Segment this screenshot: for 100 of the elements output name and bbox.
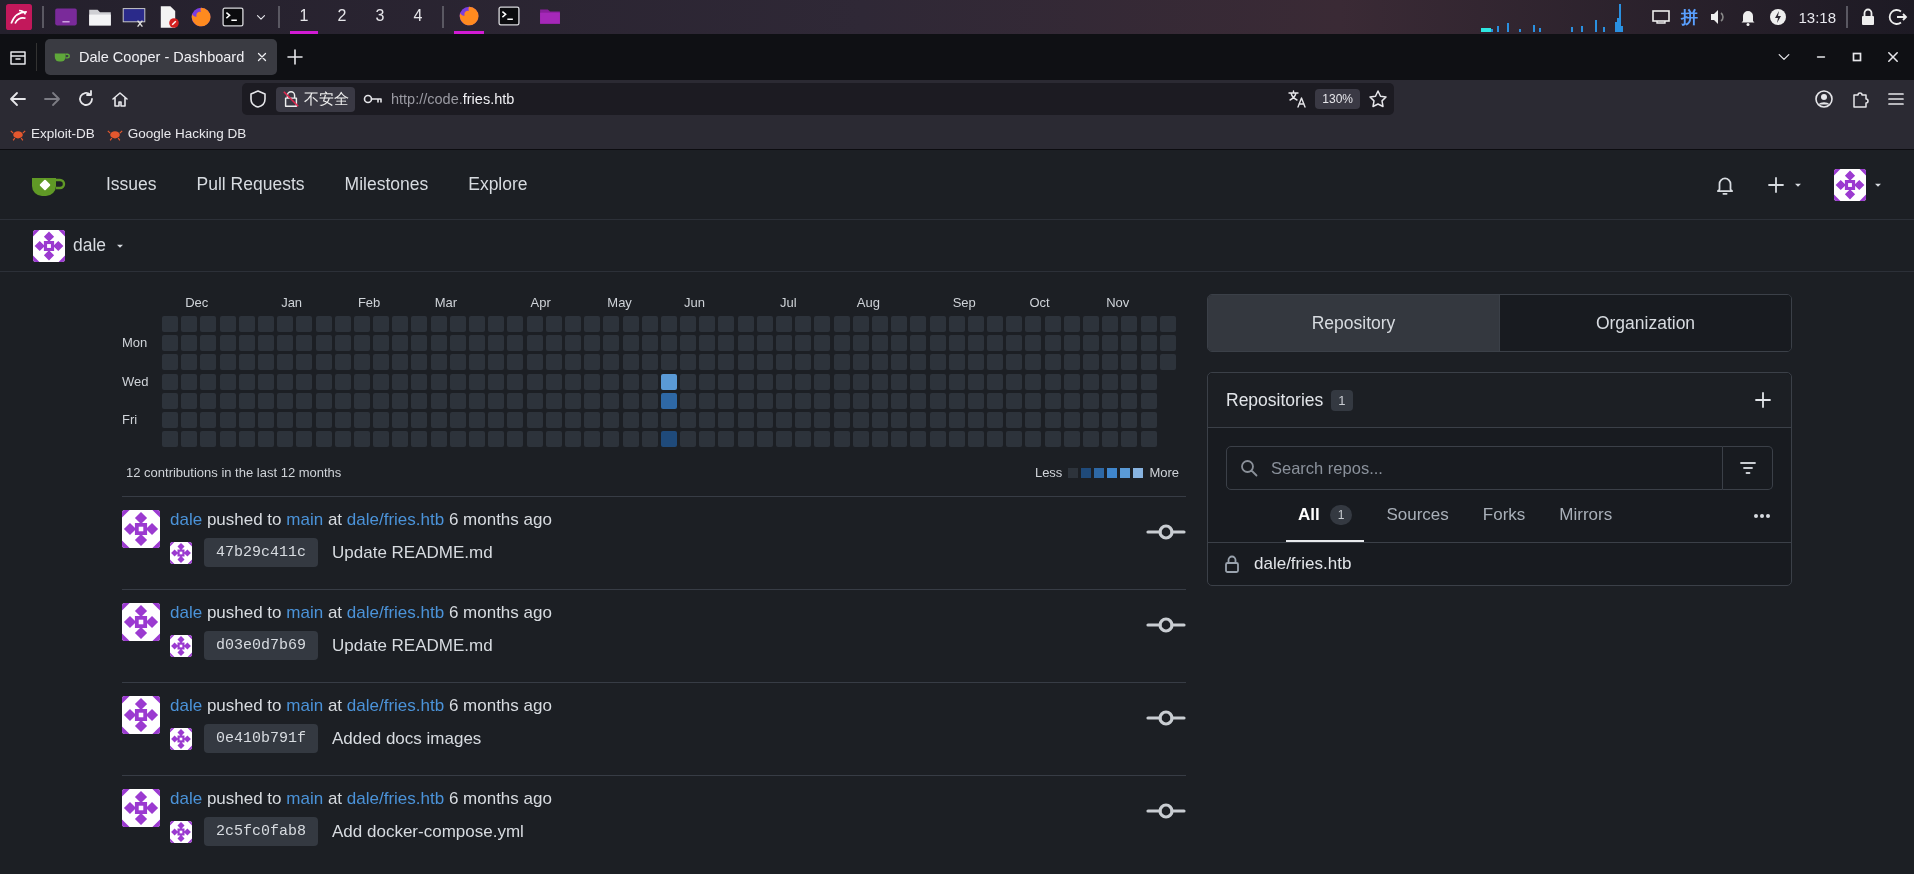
browser-tab[interactable]: Dale Cooper - Dashboard: [45, 39, 277, 75]
dragon-logo-icon[interactable]: [6, 4, 32, 30]
star-icon[interactable]: [1368, 89, 1388, 109]
workspace-button[interactable]: 4: [404, 0, 432, 34]
month-label: Jan: [280, 294, 303, 311]
day-label: Wed: [122, 373, 150, 390]
month-label: Jun: [683, 294, 706, 311]
account-icon[interactable]: [1814, 89, 1834, 109]
reload-icon[interactable]: [76, 89, 96, 109]
avatar: [122, 696, 160, 735]
nav-link[interactable]: Issues: [86, 174, 177, 195]
avatar: [1834, 168, 1866, 201]
month-label: Jul: [779, 294, 797, 311]
firefox-icon[interactable]: [458, 4, 480, 27]
month-label: Aug: [855, 294, 880, 311]
close-icon[interactable]: [1886, 50, 1900, 64]
activity-text: dale pushed to main at dale/fries.htb 6 months ago: [170, 510, 553, 531]
terminal-icon[interactable]: [498, 4, 520, 27]
user-link[interactable]: dale: [170, 603, 203, 623]
panel-title: Repositories: [1226, 389, 1324, 411]
repo-link[interactable]: dale/fries.htb: [346, 510, 445, 530]
commit-message: Added docs images: [332, 728, 482, 749]
repo-link[interactable]: dale/fries.htb: [346, 603, 445, 623]
count-badge: 1: [1329, 505, 1353, 525]
branch-link[interactable]: main: [286, 789, 324, 809]
commit-message: Update README.md: [332, 635, 493, 656]
home-icon[interactable]: [110, 89, 130, 109]
month-label: Apr: [529, 294, 551, 311]
month-label: Sep: [951, 294, 976, 311]
shield-icon[interactable]: [248, 89, 268, 109]
month-label: Mar: [433, 294, 457, 311]
dashboard-tab[interactable]: Organization: [1499, 295, 1791, 351]
commit-message: Add docker-compose.yml: [332, 821, 524, 842]
day-label: Mon: [122, 335, 149, 352]
url-text: http://code.fries.htb: [391, 91, 515, 107]
repo-link[interactable]: dale/fries.htb: [346, 696, 445, 716]
avatar: [170, 820, 192, 843]
user-link[interactable]: dale: [170, 789, 203, 809]
user-link[interactable]: dale: [170, 696, 203, 716]
repo-link[interactable]: dale/fries.htb: [346, 789, 445, 809]
count-badge: 1: [1331, 389, 1353, 411]
filter-tab[interactable]: Mirrors: [1547, 490, 1625, 542]
bookmark[interactable]: Google Hacking DB: [106, 125, 247, 142]
input-method-indicator[interactable]: 拼: [1681, 5, 1699, 29]
terminal-icon[interactable]: [222, 6, 244, 28]
avatar: [122, 789, 160, 828]
plus-icon[interactable]: [1753, 390, 1773, 410]
avatar: [170, 541, 192, 564]
maximize-icon[interactable]: [1850, 50, 1864, 64]
address-bar[interactable]: 不安全 http://code.fries.htb 130%: [242, 83, 1394, 115]
branch-link[interactable]: main: [286, 603, 324, 623]
monitor-icon[interactable]: [122, 5, 146, 29]
firefox-icon[interactable]: [190, 6, 212, 28]
plus-icon[interactable]: [285, 47, 305, 67]
activity-text: dale pushed to main at dale/fries.htb 6 months ago: [170, 603, 553, 624]
nav-link[interactable]: Pull Requests: [176, 174, 325, 195]
zoom-level[interactable]: 130%: [1315, 89, 1360, 109]
month-label: Oct: [1028, 294, 1050, 311]
commit-sha[interactable]: d03e0d7b69: [204, 631, 318, 661]
branch-link[interactable]: main: [286, 510, 324, 530]
lightning-icon[interactable]: [1768, 7, 1789, 27]
filter-tab[interactable]: Sources: [1374, 490, 1461, 542]
filter-tab[interactable]: Forks: [1470, 490, 1538, 542]
activity-text: dale pushed to main at dale/fries.htb 6 months ago: [170, 696, 553, 717]
legend-label: More: [1149, 465, 1179, 481]
month-label: Nov: [1105, 294, 1130, 311]
commit-sha[interactable]: 47b29c411c: [204, 538, 318, 568]
month-label: May: [606, 294, 632, 311]
security-indicator[interactable]: 不安全: [276, 86, 355, 112]
translate-icon[interactable]: [1287, 89, 1308, 109]
workspace-button[interactable]: 2: [328, 0, 356, 34]
plus-icon[interactable]: [1766, 174, 1786, 195]
search-field[interactable]: Search repos...: [1226, 446, 1723, 490]
context-user-switcher[interactable]: dale: [33, 229, 127, 262]
lock-slash-icon: [282, 90, 300, 108]
workspace-button[interactable]: 3: [366, 0, 394, 34]
nav-link[interactable]: Explore: [448, 174, 548, 195]
bookmark[interactable]: Exploit-DB: [10, 125, 95, 142]
search-input[interactable]: Search repos...: [1269, 457, 1710, 479]
commit-sha[interactable]: 0e410b791f: [204, 724, 318, 754]
back-icon[interactable]: [8, 89, 28, 109]
branch-link[interactable]: main: [286, 696, 324, 716]
avatar: [122, 510, 160, 549]
avatar: [170, 634, 192, 657]
filter-tab[interactable]: All 1: [1286, 490, 1365, 542]
commit-sha[interactable]: 2c5fc0fab8: [204, 817, 318, 847]
repo-link[interactable]: dale/fries.htb: [1254, 554, 1352, 574]
filter-button[interactable]: [1723, 446, 1773, 490]
activity-text: dale pushed to main at dale/fries.htb 6 months ago: [170, 789, 553, 810]
contributions-summary: 12 contributions in the last 12 months: [126, 465, 342, 481]
network-icon[interactable]: [1651, 7, 1672, 27]
puzzle-icon[interactable]: [1850, 89, 1870, 109]
day-label: Fri: [122, 411, 139, 428]
security-label: 不安全: [304, 89, 349, 109]
commit-message: Update README.md: [332, 542, 493, 563]
nav-link[interactable]: Milestones: [324, 174, 449, 195]
dashboard-tab[interactable]: Repository: [1208, 295, 1499, 351]
close-icon[interactable]: [255, 50, 269, 64]
user-link[interactable]: dale: [170, 510, 203, 530]
logout-icon[interactable]: [1888, 7, 1908, 27]
